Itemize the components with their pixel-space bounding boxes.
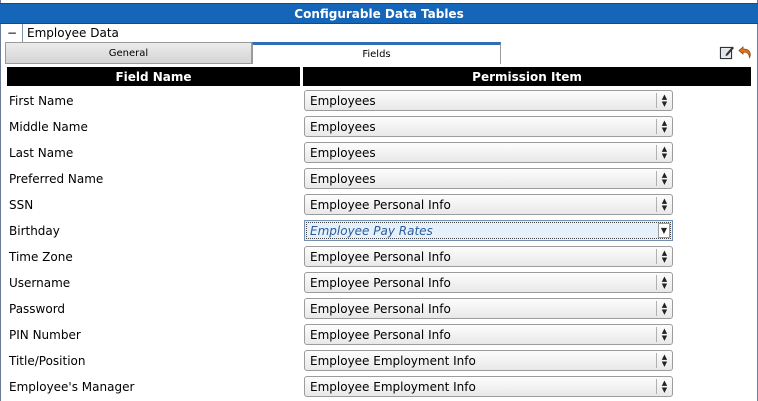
field-list: First Name Employees ▲ ▼ Middle Name Employee…: [0, 88, 758, 400]
updown-arrows-icon[interactable]: ▲ ▼: [656, 145, 672, 160]
table-row: First Name Employees ▲ ▼: [0, 88, 758, 114]
column-header-permission-item: Permission Item: [303, 67, 751, 86]
table-row: PIN Number Employee Personal Info ▲ ▼: [0, 322, 758, 348]
permission-select[interactable]: Employee Employment Info ▲ ▼: [304, 376, 673, 397]
table-row: SSN Employee Personal Info ▲ ▼: [0, 192, 758, 218]
permission-select[interactable]: Employee Personal Info ▲ ▼: [304, 246, 673, 267]
field-name-label: Title/Position: [9, 354, 86, 368]
permission-select-value: Employees: [310, 171, 376, 186]
toolbar-icons: [719, 44, 754, 60]
field-name-label: Time Zone: [9, 250, 73, 264]
updown-arrows-icon[interactable]: ▲ ▼: [656, 93, 672, 108]
permission-select-value: Employees: [310, 93, 376, 108]
permission-select-value: Employees: [310, 119, 376, 134]
collapse-toggle[interactable]: −: [4, 27, 20, 39]
permission-select[interactable]: Employee Employment Info ▲ ▼: [304, 350, 673, 371]
field-name-label: Birthday: [9, 224, 60, 238]
table-row: Preferred Name Employees ▲ ▼: [0, 166, 758, 192]
permission-select[interactable]: Employees ▲ ▼: [304, 168, 673, 189]
section-divider: [22, 24, 23, 42]
updown-arrows-icon[interactable]: ▲ ▼: [656, 249, 672, 264]
permission-select[interactable]: Employee Personal Info ▲ ▼: [304, 194, 673, 215]
section-header: − Employee Data: [4, 24, 119, 42]
updown-arrows-icon[interactable]: ▲ ▼: [656, 327, 672, 342]
permission-select-value: Employee Personal Info: [310, 327, 451, 342]
updown-arrows-icon[interactable]: ▲ ▼: [656, 171, 672, 186]
table-row: Time Zone Employee Personal Info ▲ ▼: [0, 244, 758, 270]
field-name-label: First Name: [9, 94, 74, 108]
updown-arrows-icon[interactable]: ▲ ▼: [656, 353, 672, 368]
tab-fields[interactable]: Fields: [252, 42, 501, 64]
permission-select-value: Employee Personal Info: [310, 197, 451, 212]
table-row: Birthday Employee Pay Rates ▼: [0, 218, 758, 244]
edit-icon[interactable]: [719, 44, 735, 60]
table-row: Title/Position Employee Employment Info ▲ ▼: [0, 348, 758, 374]
permission-select-value: Employee Pay Rates: [310, 223, 433, 238]
updown-arrows-icon[interactable]: ▲ ▼: [656, 197, 672, 212]
field-name-label: Password: [9, 302, 66, 316]
undo-icon[interactable]: [738, 44, 754, 60]
permission-select-value: Employee Employment Info: [310, 353, 476, 368]
field-name-label: Employee's Manager: [9, 380, 135, 394]
field-name-label: PIN Number: [9, 328, 81, 342]
updown-arrows-icon[interactable]: ▲ ▼: [656, 119, 672, 134]
permission-select[interactable]: Employee Personal Info ▲ ▼: [304, 298, 673, 319]
field-name-label: SSN: [9, 198, 34, 212]
tab-bar: General Fields: [5, 42, 757, 64]
permission-select-value: Employee Employment Info: [310, 379, 476, 394]
permission-select[interactable]: Employee Personal Info ▲ ▼: [304, 272, 673, 293]
chevron-down-icon[interactable]: ▼: [658, 223, 670, 238]
column-header-field-name: Field Name: [7, 67, 300, 86]
table-row: Middle Name Employees ▲ ▼: [0, 114, 758, 140]
permission-select-value: Employees: [310, 145, 376, 160]
permission-select[interactable]: Employee Personal Info ▲ ▼: [304, 324, 673, 345]
field-name-label: Middle Name: [9, 120, 88, 134]
updown-arrows-icon[interactable]: ▲ ▼: [656, 301, 672, 316]
updown-arrows-icon[interactable]: ▲ ▼: [656, 379, 672, 394]
permission-select-value: Employee Personal Info: [310, 275, 451, 290]
permission-select-value: Employee Personal Info: [310, 301, 451, 316]
table-row: Password Employee Personal Info ▲ ▼: [0, 296, 758, 322]
tab-general[interactable]: General: [5, 42, 252, 64]
permission-select-value: Employee Personal Info: [310, 249, 451, 264]
table-row: Username Employee Personal Info ▲ ▼: [0, 270, 758, 296]
updown-arrows-icon[interactable]: ▲ ▼: [656, 275, 672, 290]
permission-select[interactable]: Employees ▲ ▼: [304, 116, 673, 137]
permission-select[interactable]: Employee Pay Rates ▼: [304, 220, 673, 241]
permission-select[interactable]: Employees ▲ ▼: [304, 142, 673, 163]
field-name-label: Preferred Name: [9, 172, 104, 186]
permission-select[interactable]: Employees ▲ ▼: [304, 90, 673, 111]
page-title: Configurable Data Tables: [0, 3, 758, 24]
table-row: Last Name Employees ▲ ▼: [0, 140, 758, 166]
section-label: Employee Data: [27, 26, 119, 40]
field-name-label: Username: [9, 276, 71, 290]
table-row: Employee's Manager Employee Employment In…: [0, 374, 758, 400]
field-name-label: Last Name: [9, 146, 74, 160]
